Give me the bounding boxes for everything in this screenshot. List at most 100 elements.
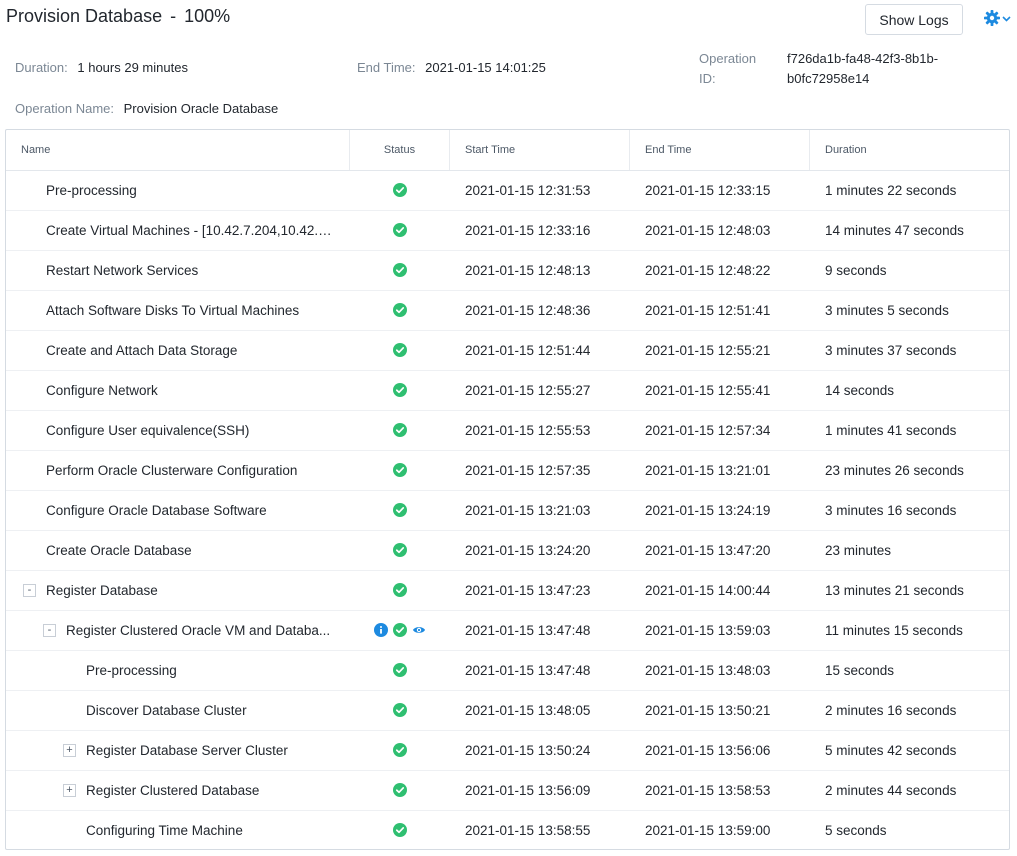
duration-cell: 2 minutes 16 seconds <box>825 703 957 718</box>
table-body: Pre-processing 2021-01-15 12:31:53 2021-01… <box>6 171 1009 849</box>
gear-menu-button[interactable] <box>983 8 1013 30</box>
end-time-cell: 2021-01-15 12:55:21 <box>645 343 771 358</box>
duration-cell: 13 minutes 21 seconds <box>825 583 964 598</box>
duration-cell: 3 minutes 5 seconds <box>825 303 949 318</box>
step-name: Create Virtual Machines - [10.42.7.204,1… <box>46 223 336 238</box>
table-row[interactable]: Create and Attach Data Storage 2021-01-15… <box>6 331 1009 371</box>
table-row[interactable]: Create Virtual Machines - [10.42.7.204,1… <box>6 211 1009 251</box>
end-time-cell: 2021-01-15 13:59:03 <box>645 623 771 638</box>
end-time-cell: 2021-01-15 12:33:15 <box>645 183 771 198</box>
end-time-cell: 2021-01-15 13:50:21 <box>645 703 771 718</box>
step-name: Register Database Server Cluster <box>86 743 288 758</box>
end-time-cell: 2021-01-15 13:48:03 <box>645 663 771 678</box>
status-cell <box>350 571 450 611</box>
start-time-cell: 2021-01-15 13:21:03 <box>465 503 591 518</box>
operation-name-meta: Operation Name: Provision Oracle Databas… <box>15 101 278 116</box>
duration-value: 1 hours 29 minutes <box>77 60 188 75</box>
table-row[interactable]: Configure Oracle Database Software 2021-0… <box>6 491 1009 531</box>
status-cell <box>350 531 450 571</box>
column-header-name[interactable]: Name <box>6 130 350 170</box>
table-row[interactable]: Configure User equivalence(SSH) 2021-01-1… <box>6 411 1009 451</box>
step-name: Configuring Time Machine <box>86 823 243 838</box>
table-row[interactable]: + Register Database Server Cluster 2021-01… <box>6 731 1009 771</box>
expand-toggle[interactable]: + <box>63 744 76 757</box>
end-time-cell: 2021-01-15 13:59:00 <box>645 823 771 838</box>
status-cell <box>350 291 450 331</box>
step-name: Attach Software Disks To Virtual Machine… <box>46 303 300 318</box>
table-row[interactable]: - Register Clustered Oracle VM and Databa… <box>6 611 1009 651</box>
start-time-cell: 2021-01-15 12:51:44 <box>465 343 591 358</box>
column-header-duration[interactable]: Duration <box>810 130 1009 170</box>
status-cell <box>350 691 450 731</box>
start-time-cell: 2021-01-15 13:58:55 <box>465 823 591 838</box>
step-name: Configure Oracle Database Software <box>46 503 267 518</box>
column-header-start-time[interactable]: Start Time <box>450 130 630 170</box>
duration-cell: 5 seconds <box>825 823 887 838</box>
progress-percent: 100% <box>184 6 231 26</box>
operation-id-value: f726da1b-fa48-42f3-8b1b-b0fc72958e14 <box>787 51 939 86</box>
end-time-cell: 2021-01-15 12:48:22 <box>645 263 771 278</box>
duration-cell: 1 minutes 41 seconds <box>825 423 957 438</box>
table-row[interactable]: Pre-processing 2021-01-15 13:47:48 2021-01… <box>6 651 1009 691</box>
status-cell <box>350 451 450 491</box>
start-time-cell: 2021-01-15 13:47:48 <box>465 623 591 638</box>
collapse-toggle[interactable]: - <box>43 624 56 637</box>
success-check-icon <box>393 343 407 357</box>
success-check-icon <box>393 383 407 397</box>
start-time-cell: 2021-01-15 13:24:20 <box>465 543 591 558</box>
end-time-meta: End Time: 2021-01-15 14:01:25 <box>357 60 546 75</box>
table-row[interactable]: + Register Clustered Database 2021-01-15 1… <box>6 771 1009 811</box>
end-time-cell: 2021-01-15 12:57:34 <box>645 423 771 438</box>
step-name: Pre-processing <box>86 663 177 678</box>
success-check-icon <box>393 223 407 237</box>
page-title: Provision Database -100% <box>6 6 230 27</box>
duration-label: Duration: <box>15 60 68 75</box>
start-time-cell: 2021-01-15 12:48:36 <box>465 303 591 318</box>
success-check-icon <box>393 423 407 437</box>
success-check-icon <box>393 543 407 557</box>
step-name: Pre-processing <box>46 183 137 198</box>
success-check-icon <box>393 303 407 317</box>
status-cell <box>350 771 450 811</box>
end-time-value: 2021-01-15 14:01:25 <box>425 60 546 75</box>
success-check-icon <box>393 583 407 597</box>
duration-cell: 23 minutes <box>825 543 892 558</box>
table-row[interactable]: Restart Network Services 2021-01-15 12:48… <box>6 251 1009 291</box>
duration-cell: 14 seconds <box>825 383 895 398</box>
table-header: Name Status Start Time End Time Duration <box>6 130 1009 171</box>
column-header-status[interactable]: Status <box>350 130 450 170</box>
start-time-cell: 2021-01-15 13:56:09 <box>465 783 591 798</box>
table-row[interactable]: - Register Database 2021-01-15 13:47:23 202… <box>6 571 1009 611</box>
status-cell <box>350 611 450 651</box>
table-row[interactable]: Discover Database Cluster 2021-01-15 13:4… <box>6 691 1009 731</box>
expand-toggle[interactable]: + <box>63 784 76 797</box>
table-row[interactable]: Pre-processing 2021-01-15 12:31:53 2021-01… <box>6 171 1009 211</box>
duration-cell: 5 minutes 42 seconds <box>825 743 957 758</box>
step-name: Discover Database Cluster <box>86 703 247 718</box>
step-name: Register Clustered Oracle VM and Databa.… <box>66 623 331 638</box>
view-eye-icon[interactable] <box>412 623 426 637</box>
table-row[interactable]: Configure Network 2021-01-15 12:55:27 2021… <box>6 371 1009 411</box>
status-cell <box>350 651 450 691</box>
show-logs-button[interactable]: Show Logs <box>865 4 963 35</box>
step-name: Create and Attach Data Storage <box>46 343 238 358</box>
operation-title: Provision Database <box>6 6 163 26</box>
table-row[interactable]: Attach Software Disks To Virtual Machine… <box>6 291 1009 331</box>
duration-cell: 23 minutes 26 seconds <box>825 463 964 478</box>
end-time-cell: 2021-01-15 12:51:41 <box>645 303 771 318</box>
collapse-toggle[interactable]: - <box>23 584 36 597</box>
step-name: Perform Oracle Clusterware Configuration <box>46 463 298 478</box>
info-icon[interactable] <box>374 623 388 637</box>
duration-cell: 3 minutes 37 seconds <box>825 343 957 358</box>
duration-cell: 2 minutes 44 seconds <box>825 783 957 798</box>
table-row[interactable]: Configuring Time Machine 2021-01-15 13:58… <box>6 811 1009 849</box>
step-name: Configure Network <box>46 383 158 398</box>
end-time-label: End Time: <box>357 60 416 75</box>
start-time-cell: 2021-01-15 13:47:48 <box>465 663 591 678</box>
success-check-icon <box>393 623 407 637</box>
table-row[interactable]: Perform Oracle Clusterware Configuration… <box>6 451 1009 491</box>
table-row[interactable]: Create Oracle Database 2021-01-15 13:24:2… <box>6 531 1009 571</box>
column-header-end-time[interactable]: End Time <box>630 130 810 170</box>
duration-meta: Duration: 1 hours 29 minutes <box>15 60 188 75</box>
title-separator: - <box>170 6 177 26</box>
